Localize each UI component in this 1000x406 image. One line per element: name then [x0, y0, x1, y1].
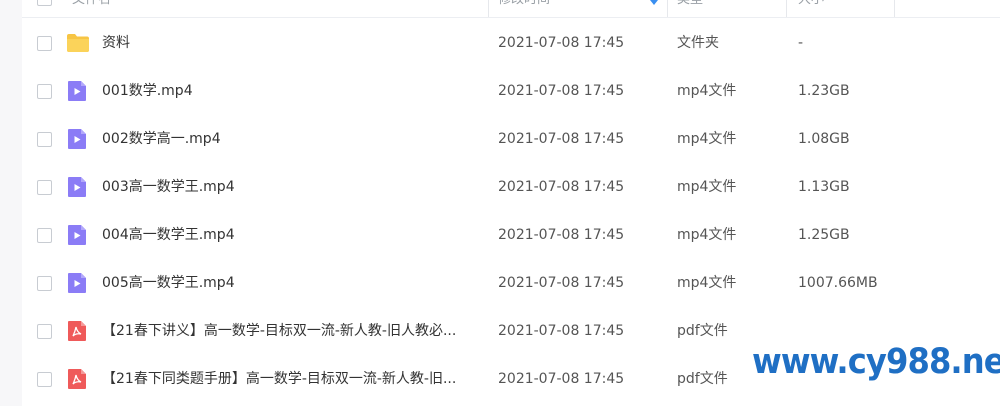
- table-row[interactable]: 004高一数学王.mp4 2021-07-08 17:45 mp4文件 1.25GB: [22, 211, 1000, 259]
- row-checkbox[interactable]: [37, 36, 52, 51]
- file-type: mp4文件: [677, 227, 737, 243]
- table-header: 文件名 修改时间 类型 大小: [22, 0, 1000, 18]
- file-name[interactable]: 004高一数学王.mp4: [102, 226, 235, 244]
- table-row[interactable]: 003高一数学王.mp4 2021-07-08 17:45 mp4文件 1.13GB: [22, 163, 1000, 211]
- table-row[interactable]: 002数学高一.mp4 2021-07-08 17:45 mp4文件 1.08GB: [22, 115, 1000, 163]
- file-size: 1.08GB: [798, 131, 850, 147]
- table-row[interactable]: 资料 2021-07-08 17:45 文件夹 -: [22, 19, 1000, 67]
- folder-icon: [66, 32, 89, 54]
- modified-time: 2021-07-08 17:45: [498, 227, 625, 243]
- column-divider[interactable]: [667, 0, 668, 17]
- column-header-name[interactable]: 文件名: [72, 0, 111, 9]
- file-size: 1007.66MB: [798, 275, 878, 291]
- file-type: pdf文件: [677, 323, 728, 339]
- modified-time: 2021-07-08 17:45: [498, 371, 625, 387]
- site-watermark: www.cy988.net: [752, 342, 1000, 382]
- column-divider[interactable]: [894, 0, 895, 17]
- file-type: mp4文件: [677, 179, 737, 195]
- modified-time: 2021-07-08 17:45: [498, 83, 625, 99]
- modified-time: 2021-07-08 17:45: [498, 323, 625, 339]
- row-checkbox[interactable]: [37, 276, 52, 291]
- row-checkbox[interactable]: [37, 324, 52, 339]
- file-type: 文件夹: [677, 35, 719, 51]
- file-size: 1.23GB: [798, 83, 850, 99]
- video-file-icon: [66, 80, 88, 102]
- table-row[interactable]: 001数学.mp4 2021-07-08 17:45 mp4文件 1.23GB: [22, 67, 1000, 115]
- sort-desc-icon[interactable]: [650, 0, 658, 5]
- table-row[interactable]: 005高一数学王.mp4 2021-07-08 17:45 mp4文件 1007.66…: [22, 259, 1000, 307]
- column-header-time[interactable]: 修改时间: [498, 0, 550, 9]
- file-type: mp4文件: [677, 131, 737, 147]
- row-checkbox[interactable]: [37, 132, 52, 147]
- modified-time: 2021-07-08 17:45: [498, 131, 625, 147]
- column-divider[interactable]: [786, 0, 787, 17]
- file-name[interactable]: 资料: [102, 34, 130, 52]
- row-checkbox[interactable]: [37, 372, 52, 387]
- column-divider[interactable]: [488, 0, 489, 17]
- modified-time: 2021-07-08 17:45: [498, 275, 625, 291]
- select-all-checkbox[interactable]: [37, 0, 52, 6]
- file-size: 1.25GB: [798, 227, 850, 243]
- row-checkbox[interactable]: [37, 228, 52, 243]
- file-name[interactable]: 003高一数学王.mp4: [102, 178, 235, 196]
- pdf-file-icon: [66, 320, 88, 342]
- pdf-file-icon: [66, 368, 88, 390]
- file-name[interactable]: 005高一数学王.mp4: [102, 274, 235, 292]
- modified-time: 2021-07-08 17:45: [498, 179, 625, 195]
- modified-time: 2021-07-08 17:45: [498, 35, 625, 51]
- video-file-icon: [66, 224, 88, 246]
- file-name[interactable]: 【21春下讲义】高一数学-目标双一流-新人教-旧人教必...: [102, 322, 456, 340]
- video-file-icon: [66, 128, 88, 150]
- file-type: mp4文件: [677, 275, 737, 291]
- file-name[interactable]: 001数学.mp4: [102, 82, 193, 100]
- row-checkbox[interactable]: [37, 180, 52, 195]
- file-type: mp4文件: [677, 83, 737, 99]
- file-size: -: [798, 35, 804, 51]
- file-name[interactable]: 【21春下同类题手册】高一数学-目标双一流-新人教-旧...: [102, 370, 456, 388]
- video-file-icon: [66, 272, 88, 294]
- file-name[interactable]: 002数学高一.mp4: [102, 130, 221, 148]
- column-header-size[interactable]: 大小: [798, 0, 824, 9]
- file-type: pdf文件: [677, 371, 728, 387]
- row-checkbox[interactable]: [37, 84, 52, 99]
- video-file-icon: [66, 176, 88, 198]
- column-header-type[interactable]: 类型: [677, 0, 703, 9]
- file-size: 1.13GB: [798, 179, 850, 195]
